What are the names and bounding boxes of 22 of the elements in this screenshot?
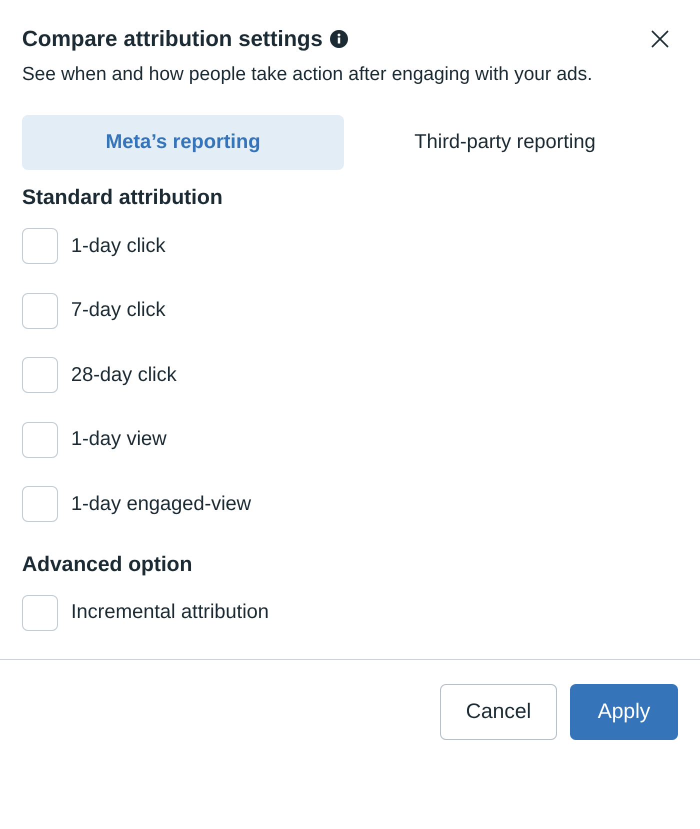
tab[interactable]: Meta’s reporting — [22, 115, 344, 170]
close-icon[interactable] — [650, 29, 670, 49]
checkbox[interactable] — [22, 292, 58, 328]
checkbox[interactable] — [22, 486, 58, 522]
option-label: 7-day click — [71, 299, 166, 322]
info-icon[interactable] — [330, 30, 348, 48]
option-label: 1-day engaged-view — [71, 492, 252, 516]
option-label: 1-day view — [71, 428, 167, 451]
section-heading: Standard attribution — [22, 185, 224, 211]
cancel-button[interactable]: Cancel — [440, 684, 557, 740]
checkbox[interactable] — [22, 594, 58, 630]
dialog-description: See when and how people take action after engaging with your ads. — [22, 63, 594, 87]
dialog-title: Compare attribution settings — [22, 26, 323, 52]
checkbox[interactable] — [22, 422, 58, 458]
apply-button[interactable]: Apply — [570, 684, 678, 740]
option-label: 1-day click — [71, 234, 166, 258]
tab[interactable]: Third-party reporting — [344, 115, 666, 170]
option-label: 28-day click — [71, 364, 177, 386]
option-label: Incremental attribution — [71, 601, 269, 624]
checkbox[interactable] — [22, 357, 58, 393]
checkbox[interactable] — [22, 228, 58, 264]
section-heading: Advanced option — [22, 552, 194, 578]
